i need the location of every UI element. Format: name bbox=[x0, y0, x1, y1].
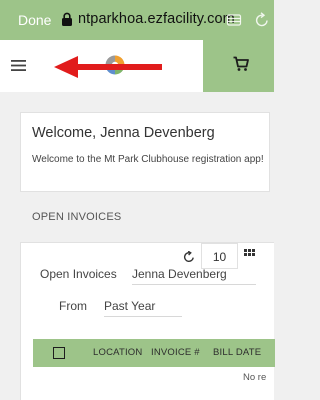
no-records-text: No re bbox=[243, 372, 267, 383]
welcome-card: Welcome, Jenna Devenberg Welcome to the … bbox=[20, 112, 270, 192]
done-button[interactable]: Done bbox=[18, 12, 51, 28]
share-icon[interactable] bbox=[226, 12, 242, 28]
from-select[interactable]: Past Year bbox=[104, 299, 182, 317]
select-all-checkbox[interactable] bbox=[53, 347, 65, 359]
hamburger-icon[interactable] bbox=[11, 59, 26, 72]
annotation-arrow-icon bbox=[54, 56, 162, 78]
app-header bbox=[0, 40, 274, 92]
cart-icon bbox=[233, 56, 249, 71]
refresh-icon[interactable] bbox=[183, 251, 195, 263]
grid-icon[interactable] bbox=[244, 249, 255, 260]
address-bar[interactable]: ntparkhoa.ezfacility.com bbox=[61, 11, 235, 27]
column-invoice-number[interactable]: INVOICE # bbox=[151, 347, 200, 358]
url-text: ntparkhoa.ezfacility.com bbox=[78, 11, 235, 27]
section-title: OPEN INVOICES bbox=[32, 211, 122, 223]
welcome-text: Welcome to the Mt Park Clubhouse registr… bbox=[32, 154, 264, 165]
column-bill-date[interactable]: BILL DATE bbox=[213, 347, 261, 358]
reload-icon[interactable] bbox=[254, 11, 270, 28]
invoices-card: 10 Open Invoices Jenna Devenberg From Pa… bbox=[20, 242, 275, 400]
open-invoices-select[interactable]: Jenna Devenberg bbox=[132, 267, 256, 285]
browser-bar: Done ntparkhoa.ezfacility.com bbox=[0, 0, 274, 40]
from-label: From bbox=[59, 299, 87, 313]
lock-icon bbox=[62, 12, 72, 26]
column-location[interactable]: LOCATION bbox=[93, 347, 142, 358]
welcome-title: Welcome, Jenna Devenberg bbox=[32, 125, 215, 141]
open-invoices-label: Open Invoices bbox=[40, 267, 117, 281]
table-header: LOCATION INVOICE # BILL DATE bbox=[33, 339, 275, 367]
page-size-select[interactable]: 10 bbox=[201, 243, 238, 269]
cart-button[interactable] bbox=[203, 40, 274, 92]
